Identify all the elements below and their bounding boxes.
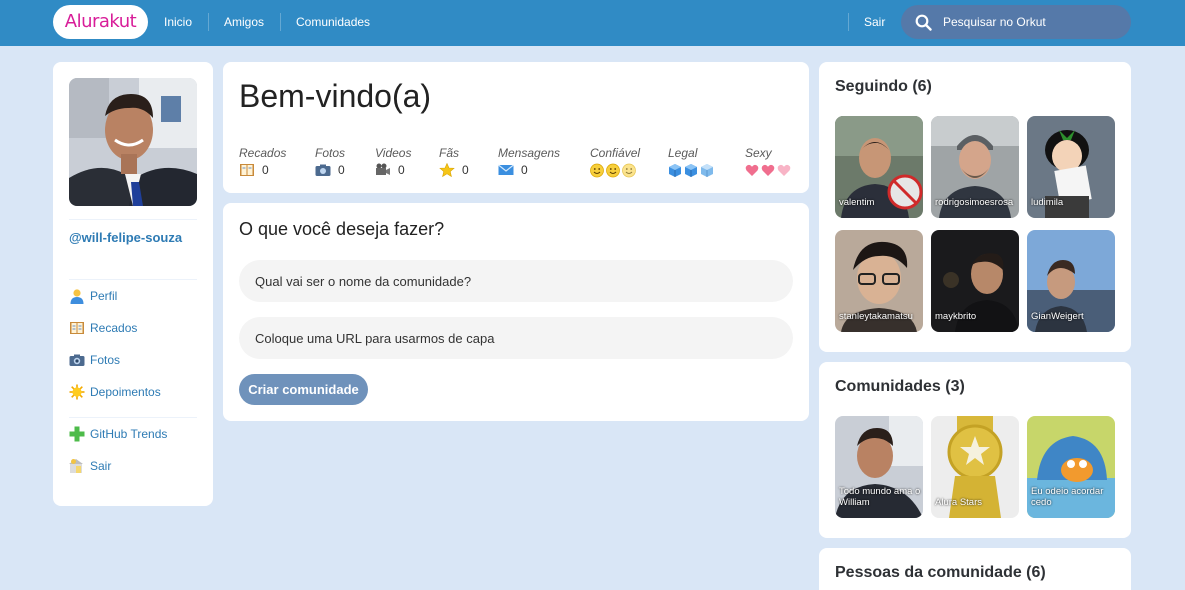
- envelope-icon: [498, 163, 514, 177]
- community-card[interactable]: Eu odeio acordar cedo: [1027, 416, 1115, 518]
- profile-username-link[interactable]: @will-felipe-souza: [69, 228, 199, 247]
- rating-label: Confiável: [590, 146, 641, 160]
- community-name-input[interactable]: [239, 260, 793, 302]
- sidebar-item-label: Perfil: [90, 289, 118, 303]
- following-card[interactable]: maykbrito: [931, 230, 1019, 332]
- search-bar[interactable]: [901, 5, 1131, 39]
- community-name: Alura Stars: [935, 497, 982, 508]
- plus-icon: [69, 426, 85, 442]
- smiley-icon: [590, 162, 640, 178]
- heart-icon: [745, 162, 793, 178]
- community-card[interactable]: Alura Stars: [931, 416, 1019, 518]
- notebook-icon: [69, 320, 85, 336]
- stat-fotos: Fotos 0: [315, 146, 345, 178]
- nav-divider: [280, 13, 281, 31]
- following-panel: Seguindo (6) valentim rodrigosimoesrosa …: [819, 62, 1131, 352]
- community-name: Todo mundo ama o William: [839, 486, 921, 508]
- stat-value: 0: [338, 163, 345, 177]
- following-name: stanleytakamatsu: [839, 311, 913, 322]
- search-icon: [915, 14, 932, 31]
- following-name: valentim: [839, 197, 875, 208]
- stat-label: Videos: [375, 146, 412, 160]
- sidebar-item-depoimentos[interactable]: Depoimentos: [69, 383, 161, 401]
- sidebar-item-label: Fotos: [90, 353, 121, 367]
- following-card[interactable]: ludimila: [1027, 116, 1115, 218]
- profile-sidebar: @will-felipe-souza Perfil Recados Fotos …: [53, 62, 213, 506]
- ice-cube-icon: [668, 162, 716, 178]
- sidebar-item-label: Recados: [90, 321, 138, 335]
- nav-divider: [848, 13, 849, 31]
- create-community-button[interactable]: Criar comunidade: [239, 374, 368, 405]
- alurakut-logo[interactable]: Alurakut: [53, 5, 148, 39]
- profile-avatar[interactable]: [69, 78, 197, 206]
- exit-icon: [69, 458, 85, 474]
- following-grid: valentim rodrigosimoesrosa ludimila stan…: [835, 116, 1115, 332]
- following-title: Seguindo (6): [835, 78, 932, 95]
- page-title: Bem-vindo(a): [239, 78, 432, 114]
- stat-label: Fotos: [315, 146, 346, 160]
- rating-confiavel: Confiável: [590, 146, 640, 178]
- communities-panel: Comunidades (3) Todo mundo ama o William…: [819, 362, 1131, 538]
- search-input[interactable]: [943, 13, 1123, 31]
- sidebar-item-sair[interactable]: Sair: [69, 457, 111, 475]
- create-community-panel: O que você deseja fazer? Criar comunidad…: [223, 203, 809, 421]
- user-icon: [69, 288, 85, 304]
- sidebar-item-fotos[interactable]: Fotos: [69, 351, 120, 369]
- stat-label: Fãs: [439, 146, 460, 160]
- sidebar-item-recados[interactable]: Recados: [69, 319, 137, 337]
- sidebar-item-perfil[interactable]: Perfil: [69, 287, 117, 305]
- sidebar-item-label: Sair: [90, 459, 112, 473]
- top-navigation-bar: Alurakut Inicio Amigos Comunidades Sair: [0, 0, 1185, 46]
- nav-link-inicio[interactable]: Inicio: [164, 0, 192, 44]
- stat-mensagens: Mensagens 0: [498, 146, 560, 178]
- stat-value: 0: [262, 163, 269, 177]
- nav-link-amigos[interactable]: Amigos: [224, 0, 264, 44]
- nav-link-comunidades[interactable]: Comunidades: [296, 0, 370, 44]
- stat-recados: Recados 0: [239, 146, 286, 178]
- community-people-title: Pessoas da comunidade (6): [835, 564, 1046, 581]
- stat-label: Recados: [239, 146, 287, 160]
- stat-value: 0: [398, 163, 405, 177]
- star-icon: [439, 162, 455, 178]
- notebook-icon: [239, 163, 255, 177]
- stat-videos: Videos 0: [375, 146, 411, 178]
- communities-grid: Todo mundo ama o William Alura Stars Eu …: [835, 416, 1115, 518]
- stat-label: Mensagens: [498, 146, 561, 160]
- divider: [69, 219, 197, 220]
- community-cover-url-input[interactable]: [239, 317, 793, 359]
- rating-label: Sexy: [745, 146, 772, 160]
- sidebar-item-github-trends[interactable]: GitHub Trends: [69, 425, 167, 443]
- sidebar-item-label: Depoimentos: [90, 385, 161, 399]
- following-card[interactable]: stanleytakamatsu: [835, 230, 923, 332]
- stat-fas: Fãs 0: [439, 146, 469, 178]
- divider: [69, 279, 197, 280]
- welcome-panel: Bem-vindo(a) Recados 0 Fotos 0 Videos 0 …: [223, 62, 809, 193]
- following-card[interactable]: rodrigosimoesrosa: [931, 116, 1019, 218]
- rating-sexy: Sexy: [745, 146, 793, 178]
- logout-link[interactable]: Sair: [864, 0, 885, 44]
- community-name: Eu odeio acordar cedo: [1031, 486, 1104, 508]
- divider: [69, 417, 197, 418]
- community-card[interactable]: Todo mundo ama o William: [835, 416, 923, 518]
- following-name: ludimila: [1031, 197, 1064, 208]
- nav-divider: [208, 13, 209, 31]
- video-camera-icon: [375, 163, 391, 177]
- following-name: maykbrito: [935, 311, 977, 322]
- following-name: GianWeigert: [1031, 311, 1084, 322]
- rating-legal: Legal: [668, 146, 716, 178]
- stat-value: 0: [521, 163, 528, 177]
- sun-icon: [69, 384, 85, 400]
- section-title: O que você deseja fazer?: [239, 219, 445, 239]
- rating-label: Legal: [668, 146, 698, 160]
- camera-icon: [69, 352, 85, 368]
- following-card[interactable]: GianWeigert: [1027, 230, 1115, 332]
- sidebar-item-label: GitHub Trends: [90, 427, 168, 441]
- stat-value: 0: [462, 163, 469, 177]
- following-card[interactable]: valentim: [835, 116, 923, 218]
- communities-title: Comunidades (3): [835, 378, 965, 395]
- community-people-panel: Pessoas da comunidade (6): [819, 548, 1131, 590]
- following-name: rodrigosimoesrosa: [935, 197, 1014, 208]
- camera-icon: [315, 163, 331, 177]
